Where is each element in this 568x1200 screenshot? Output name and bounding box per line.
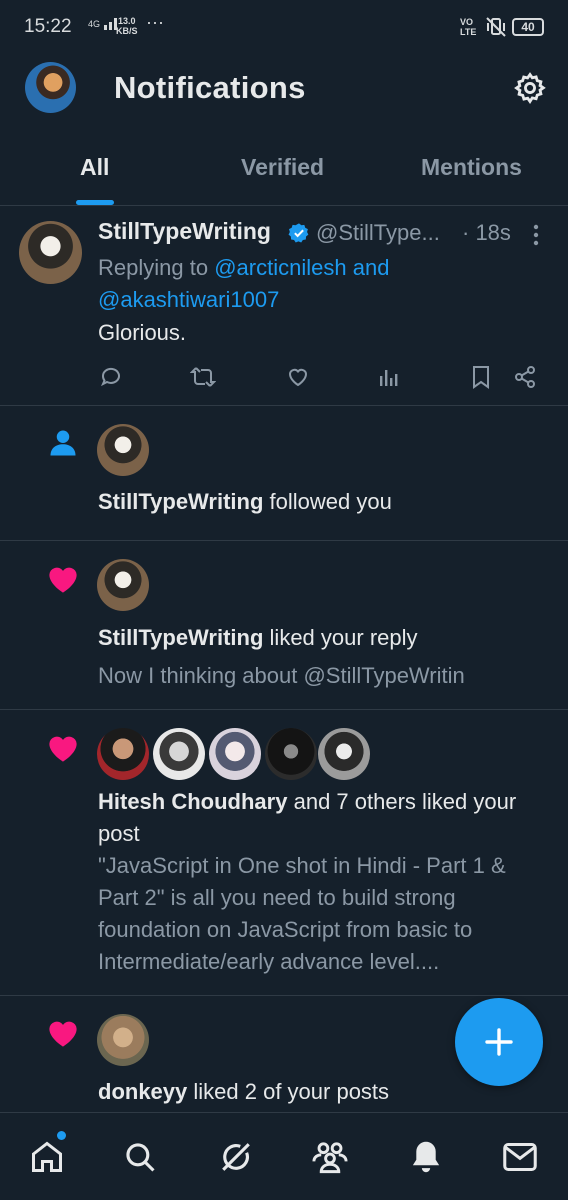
bookmark-icon[interactable]: [468, 364, 494, 390]
notification-action: liked 2 of your posts: [193, 1079, 390, 1104]
status-bar: 15:22 4G 13.0 KB/S ··· VO LTE 40: [0, 0, 568, 56]
tweet-time: · 18s: [462, 220, 511, 245]
notification-preview: "JavaScript in One shot in Hindi - Part …: [98, 853, 506, 974]
tweet-author-name[interactable]: StillTypeWriting: [98, 218, 271, 245]
reply-mention-1[interactable]: @arcticnilesh: [214, 255, 346, 280]
speed-value: 13.0: [117, 16, 136, 26]
avatar[interactable]: [97, 559, 149, 611]
battery-indicator: 40: [512, 18, 544, 36]
network-indicator: 4G: [88, 16, 119, 30]
avatar[interactable]: [97, 1014, 149, 1066]
notification-text: StillTypeWriting liked your reply: [98, 622, 538, 654]
gear-icon[interactable]: [510, 68, 550, 108]
communities-icon[interactable]: [308, 1135, 352, 1179]
page-title: Notifications: [114, 70, 306, 105]
divider: [0, 995, 568, 996]
notification-user[interactable]: Hitesh Choudhary: [98, 789, 287, 814]
volte-top: VO: [460, 17, 474, 27]
replying-to: Replying to @arcticnilesh and @akashtiwa…: [98, 252, 538, 316]
vibrate-mute-icon: [484, 16, 508, 43]
notification-text: donkeyy liked 2 of your posts: [98, 1076, 538, 1108]
tab-verified[interactable]: Verified: [241, 154, 324, 181]
divider: [0, 540, 568, 541]
notification-text: Hitesh Choudhary and 7 others liked your…: [98, 786, 538, 850]
search-icon[interactable]: [118, 1135, 162, 1179]
notification-user[interactable]: donkeyy: [98, 1079, 187, 1104]
status-time: 15:22: [24, 16, 72, 37]
verified-badge-icon: [288, 222, 310, 249]
notification-text: StillTypeWriting followed you: [98, 486, 538, 518]
divider: [0, 709, 568, 710]
notification-action: liked your reply: [269, 625, 418, 650]
bottom-nav: [0, 1112, 568, 1200]
heart-icon: [46, 562, 80, 596]
grok-icon[interactable]: [214, 1135, 258, 1179]
messages-icon[interactable]: [498, 1135, 542, 1179]
more-options-icon[interactable]: [526, 222, 546, 248]
tweet-author-avatar[interactable]: [19, 221, 82, 284]
notification-tabs: All Verified Mentions: [0, 140, 568, 206]
avatar[interactable]: [209, 728, 261, 780]
avatar[interactable]: [97, 424, 149, 476]
heart-icon: [46, 1016, 80, 1050]
profile-avatar[interactable]: [25, 62, 76, 113]
network-label: 4G: [88, 19, 101, 29]
header: Notifications: [0, 56, 568, 120]
notifications-bell-icon[interactable]: [404, 1135, 448, 1179]
avatar[interactable]: [318, 728, 370, 780]
tab-all[interactable]: All: [80, 154, 109, 181]
like-icon[interactable]: [285, 364, 311, 390]
tweet-author-handle: @StillType...: [316, 220, 440, 245]
home-badge: [57, 1131, 66, 1140]
active-tab-indicator: [76, 200, 114, 205]
notification-user[interactable]: StillTypeWriting: [98, 489, 263, 514]
volte-bottom: LTE: [460, 27, 477, 37]
divider: [0, 405, 568, 406]
reply-mention-2[interactable]: @akashtiwari1007: [98, 287, 279, 312]
compose-button[interactable]: [455, 998, 543, 1086]
avatar[interactable]: [265, 728, 317, 780]
reply-and: and: [352, 255, 390, 280]
speed-unit: KB/S: [116, 26, 138, 36]
notification-action: followed you: [269, 489, 392, 514]
analytics-icon[interactable]: [376, 364, 402, 390]
retweet-icon[interactable]: [190, 364, 216, 390]
home-icon[interactable]: [25, 1135, 69, 1179]
avatar[interactable]: [153, 728, 205, 780]
replying-prefix: Replying to: [98, 255, 209, 280]
tweet-text: Glorious.: [98, 320, 187, 345]
person-icon: [46, 426, 80, 460]
avatar[interactable]: [97, 728, 149, 780]
notification-preview: Now I thinking about @StillTypeWritin: [98, 663, 465, 688]
reply-icon[interactable]: [98, 364, 124, 390]
share-icon[interactable]: [512, 364, 538, 390]
heart-icon: [46, 731, 80, 765]
more-status-icon: ···: [146, 12, 164, 32]
notification-user[interactable]: StillTypeWriting: [98, 625, 263, 650]
tab-mentions[interactable]: Mentions: [421, 154, 522, 181]
speed-indicator: 13.0 KB/S: [116, 16, 138, 36]
plus-icon: [485, 1028, 513, 1056]
volte-indicator: VO LTE: [460, 17, 476, 37]
